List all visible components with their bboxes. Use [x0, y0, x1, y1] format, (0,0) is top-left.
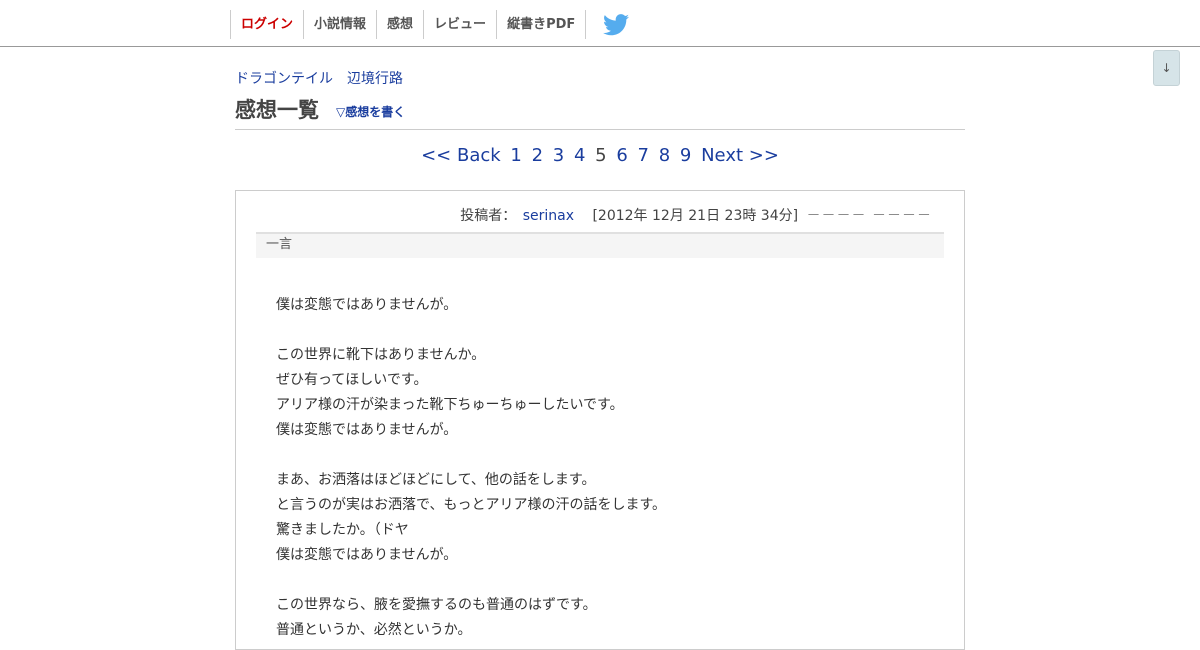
- review-line: 普通というか、必然というか。: [276, 622, 472, 638]
- breadcrumb-novel-link[interactable]: 辺境行路: [347, 71, 403, 87]
- pager-page-7[interactable]: 7: [638, 145, 649, 166]
- nav-login[interactable]: ログイン: [230, 10, 303, 39]
- nav-reviews[interactable]: レビュー: [423, 10, 496, 39]
- review-line: [276, 443, 936, 468]
- poster-label: 投稿者：: [460, 208, 517, 224]
- top-navigation-bar: ログイン 小説情報 感想 レビュー 縦書きPDF: [0, 0, 1200, 47]
- pager-page-8[interactable]: 8: [659, 145, 670, 166]
- nav-novel-info[interactable]: 小説情報: [303, 10, 376, 39]
- pager-page-1[interactable]: 1: [510, 145, 521, 166]
- twitter-share-button[interactable]: [603, 10, 630, 39]
- post-date: [2012年 12月 21日 23時 34分]: [592, 208, 799, 224]
- review-line: [276, 318, 936, 343]
- page-title: 感想一覧: [235, 98, 319, 122]
- review-line: と言うのが実はお洒落で、もっとアリア様の汗の話をします。: [276, 497, 667, 513]
- title-divider: [235, 129, 965, 130]
- pager-page-9[interactable]: 9: [680, 145, 691, 166]
- comment-section-label: 一言: [256, 232, 944, 258]
- review-meta: 投稿者： serinax [2012年 12月 21日 23時 34分] －－－…: [460, 205, 932, 225]
- review-entry: 投稿者： serinax [2012年 12月 21日 23時 34分] －－－…: [235, 190, 965, 650]
- review-line: 僕は変態ではありませんが。: [276, 297, 458, 313]
- pager-page-6[interactable]: 6: [616, 145, 627, 166]
- main-nav: ログイン 小説情報 感想 レビュー 縦書きPDF: [230, 10, 630, 39]
- nav-vertical-pdf[interactable]: 縦書きPDF: [496, 10, 587, 39]
- write-impression-link[interactable]: ▽感想を書く: [336, 103, 405, 120]
- pager-page-5-current: 5: [595, 145, 607, 166]
- breadcrumb: ドラゴンテイル 辺境行路: [235, 68, 403, 88]
- pager-next-link[interactable]: Next >>: [701, 145, 779, 166]
- review-line: 僕は変態ではありませんが。: [276, 422, 458, 438]
- nav-impressions[interactable]: 感想: [376, 10, 423, 39]
- rating-placeholder: －－－－ －－－－: [806, 208, 932, 224]
- twitter-bird-icon: [603, 13, 630, 35]
- review-body: 僕は変態ではありませんが。 この世界に靴下はありませんか。 ぜひ有ってほしいです…: [276, 293, 936, 643]
- breadcrumb-series-link[interactable]: ドラゴンテイル: [235, 71, 333, 87]
- review-line: 僕は変態ではありませんが。: [276, 547, 458, 563]
- review-line: この世界に靴下はありませんか。: [276, 347, 486, 363]
- review-line: この世界なら、腋を愛撫するのも普通のはずです。: [276, 597, 597, 613]
- scroll-down-button[interactable]: ↓: [1153, 50, 1180, 86]
- author-link[interactable]: serinax: [523, 208, 574, 224]
- review-line: 驚きましたか。（ドヤ: [276, 522, 409, 538]
- pagination: << Back 1 2 3 4 5 6 7 8 9 Next >>: [235, 145, 965, 166]
- review-line: [276, 568, 936, 593]
- review-line: ぜひ有ってほしいです。: [276, 372, 428, 388]
- review-line: アリア様の汗が染まった靴下ちゅーちゅーしたいです。: [276, 397, 624, 413]
- pager-back-link[interactable]: << Back: [421, 145, 501, 166]
- pager-page-2[interactable]: 2: [532, 145, 543, 166]
- pager-page-4[interactable]: 4: [574, 145, 585, 166]
- pager-page-3[interactable]: 3: [553, 145, 564, 166]
- review-line: まあ、お洒落はほどほどにして、他の話をします。: [276, 472, 596, 488]
